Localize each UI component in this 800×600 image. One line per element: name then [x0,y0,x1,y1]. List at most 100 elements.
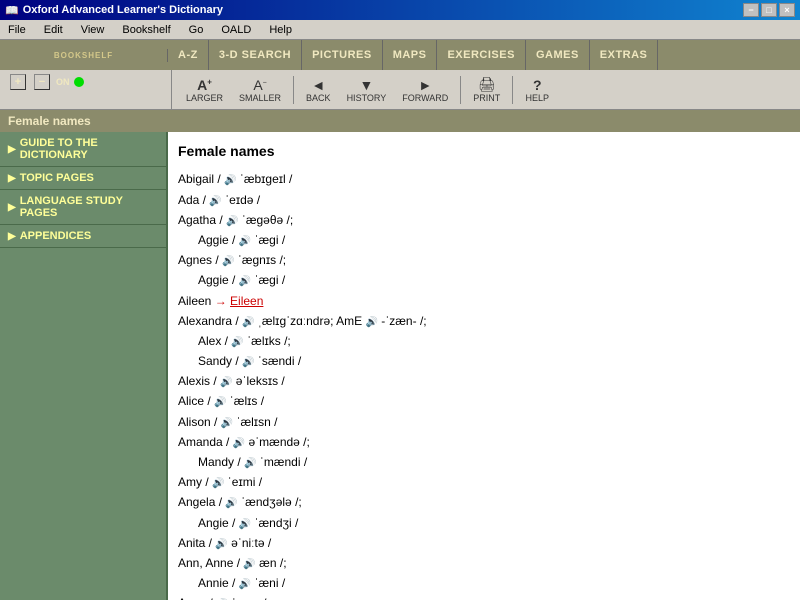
sound-icon[interactable]: 🔊 [221,418,233,429]
sidebar-item-language[interactable]: ▶ LANGUAGE STUDY PAGES [0,190,166,225]
menu-oald[interactable]: OALD [217,23,255,37]
sidebar-item-topic[interactable]: ▶ TOPIC PAGES [0,167,166,190]
list-item: Aileen → Eileen [178,292,790,311]
list-item: Aggie / 🔊 ˈæɡi / [198,271,790,290]
back-icon: ◄ [311,77,325,93]
history-button[interactable]: ▼ HISTORY [341,75,393,105]
list-item: Alexandra / 🔊 ˌælɪɡˈzɑːndrə; AmE 🔊 -ˈzæn… [178,312,790,331]
larger-icon: A+ [197,77,212,93]
menu-help[interactable]: Help [265,23,296,37]
sound-icon[interactable]: 🔊 [225,498,237,509]
menu-view[interactable]: View [77,23,109,37]
sidebar-label-appendices: APPENDICES [20,230,92,242]
list-item: Amanda / 🔊 əˈmændə /; [178,433,790,452]
help-button[interactable]: ? HELP [519,75,555,105]
maximize-button[interactable]: □ [761,3,777,17]
toolbar-spacer: + − ON [4,70,172,110]
sidebar-label-guide: GUIDE TO THE DICTIONARY [20,137,158,161]
tab-pictures[interactable]: PICTURES [302,40,383,70]
sound-icon[interactable]: 🔊 [233,438,245,449]
sound-icon[interactable]: 🔊 [214,397,226,408]
menu-bookshelf[interactable]: Bookshelf [118,23,174,37]
tab-az[interactable]: A-Z [168,40,209,70]
sound-icon[interactable]: 🔊 [365,317,377,328]
collapse-button[interactable]: − [34,74,50,90]
titlebar-left: 📖 Oxford Advanced Learner's Dictionary [5,4,223,17]
tab-games[interactable]: GAMES [526,40,590,70]
toolbar-separator-2 [460,76,461,104]
forward-button[interactable]: ► FORWARD [396,75,454,105]
sound-icon[interactable]: 🔊 [224,175,236,186]
list-item: Abigail / 🔊 ˈæbɪɡeɪl / [178,170,790,189]
print-icon: 🖨 [478,76,496,93]
topnav: BOOKSHELF A-Z 3-D SEARCH PICTURES MAPS E… [0,40,800,70]
toolbar-separator [293,76,294,104]
list-item: Alison / 🔊 ˈælɪsn / [178,413,790,432]
expand-button[interactable]: + [10,74,26,90]
toolbar-separator-3 [512,76,513,104]
menu-file[interactable]: File [4,23,30,37]
sound-icon[interactable]: 🔊 [212,478,224,489]
main-content[interactable]: Female names Abigail / 🔊 ˈæbɪɡeɪl /Ada /… [168,132,800,600]
sound-icon[interactable]: 🔊 [239,519,251,530]
sound-icon[interactable]: 🔊 [231,337,243,348]
sidebar-arrow-appendices: ▶ [8,231,16,242]
sidebar-item-guide[interactable]: ▶ GUIDE TO THE DICTIONARY [0,132,166,167]
breadcrumb: Female names [0,110,800,132]
sidebar-arrow-language: ▶ [8,202,16,213]
app-icon: 📖 [5,4,19,17]
list-item: Angie / 🔊 ˈændʒi / [198,514,790,533]
sidebar-label-language: LANGUAGE STUDY PAGES [20,195,158,219]
close-button[interactable]: × [779,3,795,17]
menu-go[interactable]: Go [185,23,208,37]
sound-icon[interactable]: 🔊 [239,579,251,590]
list-item: Angela / 🔊 ˈændʒələ /; [178,493,790,512]
list-item: Annie / 🔊 ˈæni / [198,574,790,593]
sound-icon[interactable]: 🔊 [244,458,256,469]
help-icon: ? [533,77,542,93]
list-item: Alexis / 🔊 əˈleksɪs / [178,372,790,391]
back-label: BACK [306,93,331,103]
history-label: HISTORY [347,93,387,103]
print-button[interactable]: 🖨 PRINT [467,74,506,105]
on-indicator: + − ON [4,70,171,94]
breadcrumb-text: Female names [8,114,91,128]
tab-maps[interactable]: MAPS [383,40,438,70]
back-button[interactable]: ◄ BACK [300,75,337,105]
cross-ref-link[interactable]: Eileen [230,294,263,308]
sound-icon[interactable]: 🔊 [242,357,254,368]
sound-icon[interactable]: 🔊 [215,539,227,550]
menu-edit[interactable]: Edit [40,23,67,37]
sound-icon[interactable]: 🔊 [226,216,238,227]
history-icon: ▼ [359,77,373,93]
menubar: File Edit View Bookshelf Go OALD Help [0,20,800,40]
sidebar-item-appendices[interactable]: ▶ APPENDICES [0,225,166,248]
toolbar: + − ON A+ LARGER A− SMALLER ◄ BACK ▼ HIS… [0,70,800,110]
list-item: Sandy / 🔊 ˈsændi / [198,352,790,371]
tab-3dsearch[interactable]: 3-D SEARCH [209,40,302,70]
sound-icon[interactable]: 🔊 [239,276,251,287]
tab-exercises[interactable]: EXERCISES [437,40,525,70]
larger-label: LARGER [186,93,223,103]
list-item: Mandy / 🔊 ˈmændi / [198,453,790,472]
sound-icon[interactable]: 🔊 [242,317,254,328]
sound-icon[interactable]: 🔊 [239,236,251,247]
smaller-icon: A− [253,77,266,93]
app-title: Oxford Advanced Learner's Dictionary [23,4,223,16]
list-item: Anna / 🔊 ˈænə / [178,594,790,600]
list-item: Aggie / 🔊 ˈæɡi / [198,231,790,250]
print-label: PRINT [473,93,500,103]
larger-button[interactable]: A+ LARGER [180,75,229,105]
titlebar-buttons[interactable]: − □ × [743,3,795,17]
on-dot [74,77,84,87]
nav-tabs: A-Z 3-D SEARCH PICTURES MAPS EXERCISES G… [168,40,800,70]
minimize-button[interactable]: − [743,3,759,17]
sound-icon[interactable]: 🔊 [209,196,221,207]
tab-extras[interactable]: EXTRAS [590,40,659,70]
smaller-button[interactable]: A− SMALLER [233,75,287,105]
sound-icon[interactable]: 🔊 [220,377,232,388]
forward-label: FORWARD [402,93,448,103]
sidebar-label-topic: TOPIC PAGES [20,172,94,184]
sound-icon[interactable]: 🔊 [222,256,234,267]
sound-icon[interactable]: 🔊 [243,559,255,570]
